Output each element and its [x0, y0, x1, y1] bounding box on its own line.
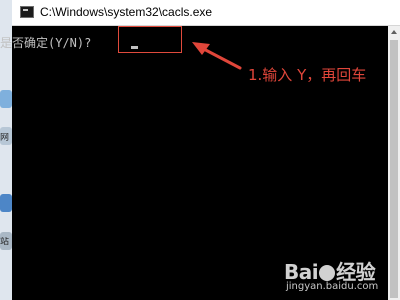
watermark-url: jingyan.baidu.com — [286, 281, 379, 292]
window-title: C:\Windows\system32\cacls.exe — [40, 5, 213, 19]
console-app-icon[interactable] — [20, 6, 34, 18]
console-window[interactable]: C:\Windows\system32\cacls.exe 是否确定(Y/N)? — [0, 0, 400, 300]
console-prompt-line: 是否确定(Y/N)? — [0, 36, 92, 50]
desktop-icon-label: 站 — [0, 237, 10, 247]
desktop-icon-label: 网 — [0, 133, 10, 143]
paw-icon — [319, 265, 336, 281]
baidu-jingyan-watermark: Bai 经验 jingyan.baidu.com — [284, 256, 394, 296]
scroll-up-arrow-icon[interactable] — [388, 26, 400, 38]
screenshot-stage: 网 站 C:\Windows\system32\cacls.exe 是否确定(Y… — [0, 0, 400, 300]
desktop-shortcut-icon[interactable] — [0, 90, 12, 108]
desktop-shortcut-icon[interactable] — [0, 194, 12, 212]
input-highlight-box — [118, 26, 182, 53]
annotation-instruction: 1.输入 Y，再回车 — [248, 66, 367, 84]
window-titlebar[interactable]: C:\Windows\system32\cacls.exe — [12, 0, 400, 26]
